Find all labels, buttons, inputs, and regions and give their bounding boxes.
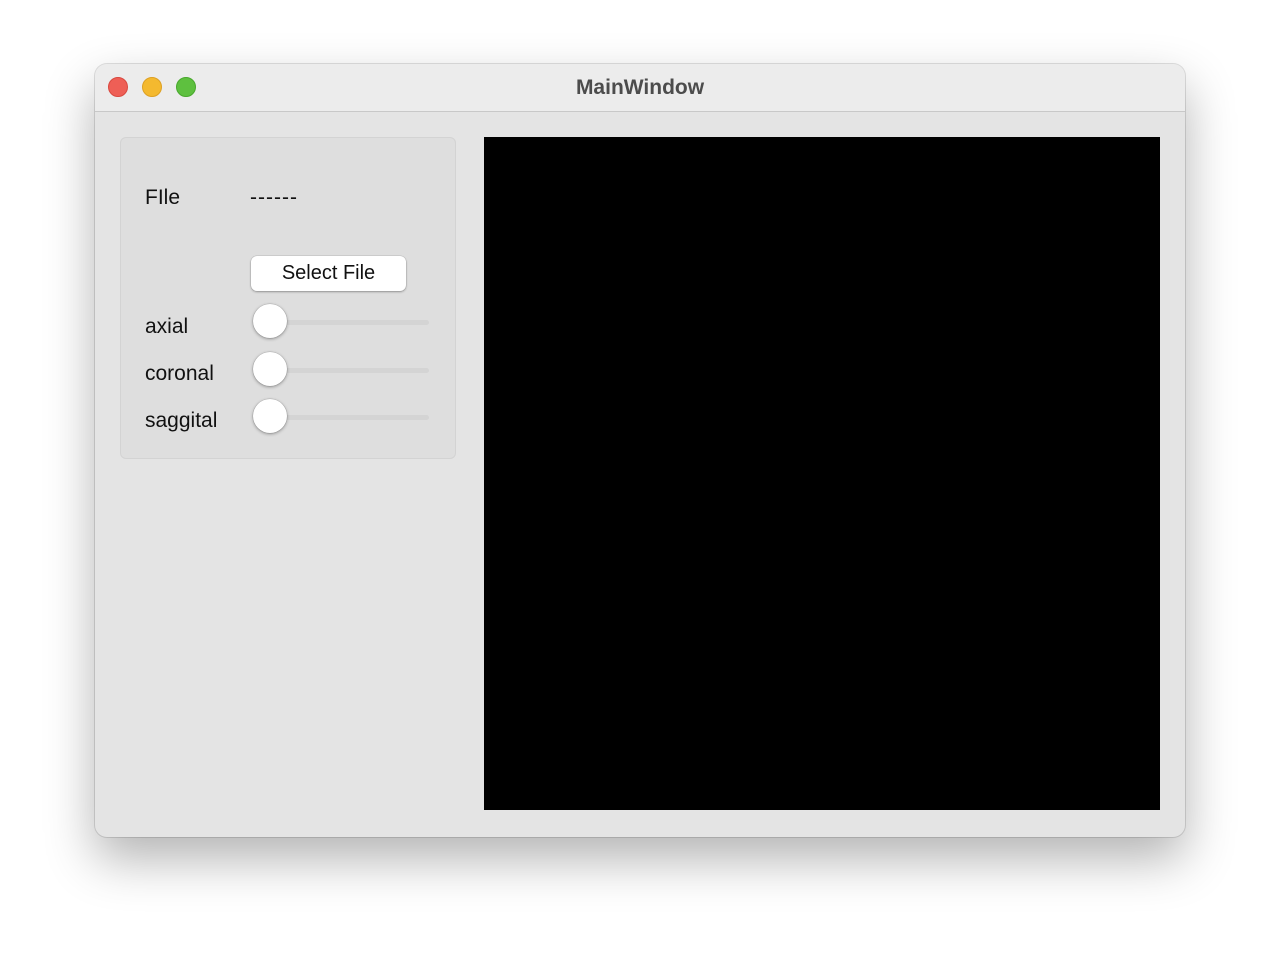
saggital-label: saggital <box>145 409 218 432</box>
axial-label: axial <box>145 315 189 338</box>
file-path-value: ------ <box>250 186 298 209</box>
image-viewer[interactable] <box>484 137 1160 810</box>
coronal-slider[interactable] <box>253 351 429 389</box>
coronal-label: coronal <box>145 362 214 385</box>
saggital-slider-thumb[interactable] <box>253 399 287 433</box>
controls-panel: FIle ------ Select File axial coronal sa… <box>120 137 456 459</box>
main-window: MainWindow FIle ------ Select File axial… <box>95 64 1185 837</box>
saggital-slider[interactable] <box>253 398 429 436</box>
axial-slider-thumb[interactable] <box>253 304 287 338</box>
axial-slider[interactable] <box>253 303 429 341</box>
title-bar[interactable]: MainWindow <box>95 64 1185 112</box>
select-file-button[interactable]: Select File <box>251 256 406 291</box>
coronal-slider-thumb[interactable] <box>253 352 287 386</box>
window-title: MainWindow <box>575 76 705 99</box>
file-label: FIle <box>145 186 181 209</box>
